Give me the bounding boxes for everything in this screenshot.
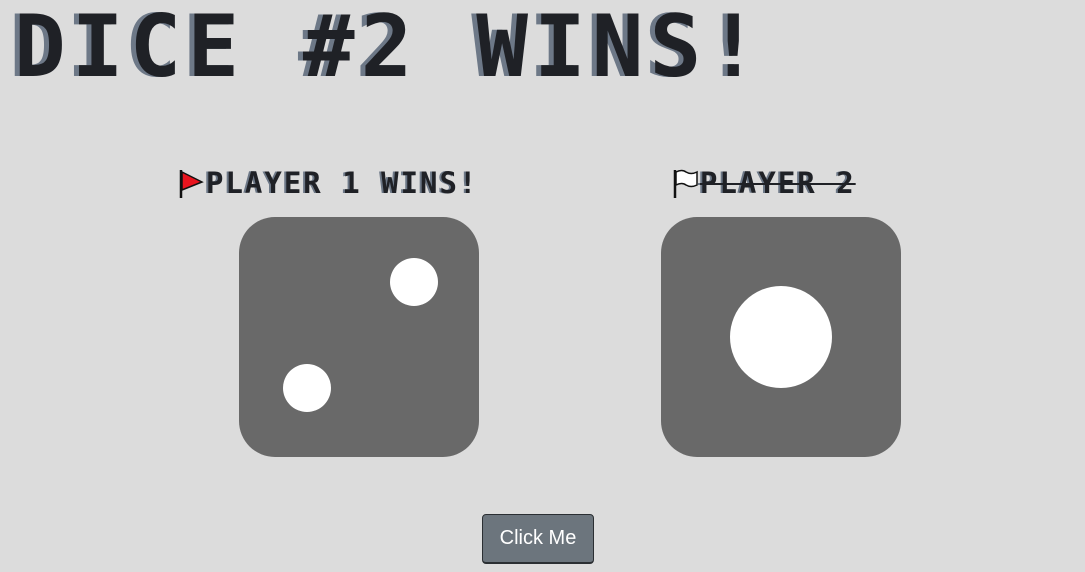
- player-2-label: PLAYER 2: [700, 166, 856, 200]
- player-2-header: PLAYER 2: [672, 166, 856, 200]
- player-2-die: [661, 217, 901, 457]
- white-flag-icon: [673, 169, 698, 198]
- player-1-die: [239, 217, 479, 457]
- die-pip: [730, 286, 832, 388]
- roll-dice-button[interactable]: Click Me: [482, 514, 594, 564]
- red-flag-icon: [179, 170, 204, 198]
- die-pip: [283, 364, 331, 412]
- result-title: DICE #2 WINS!: [14, 0, 766, 97]
- player-1-header: PLAYER 1 WINS!: [178, 166, 478, 200]
- die-pip: [390, 258, 438, 306]
- player-1-label: PLAYER 1 WINS!: [206, 166, 479, 200]
